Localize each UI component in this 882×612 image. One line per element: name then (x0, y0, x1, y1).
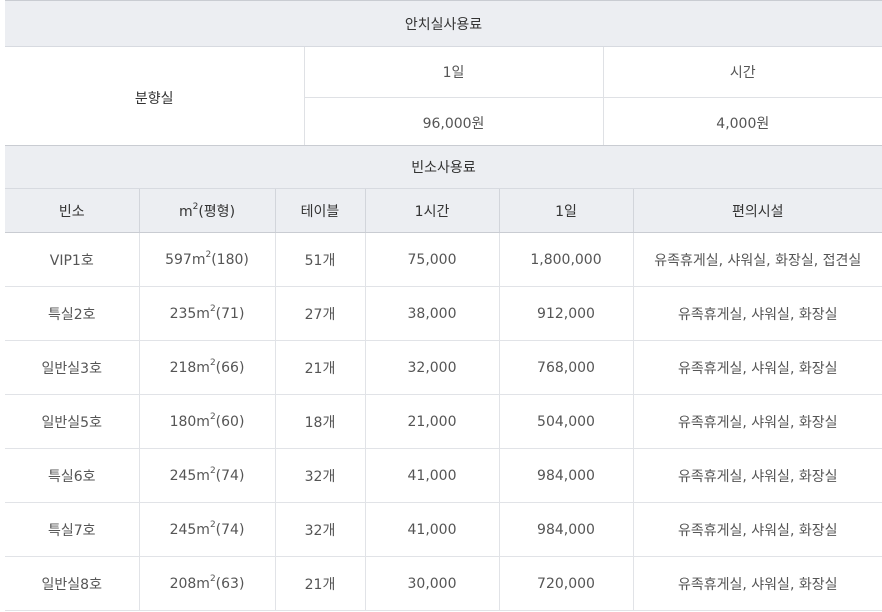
daily-fee: 912,000 (499, 286, 634, 341)
area-unit-sup: 2 (209, 519, 216, 530)
room-area: 245m2(74) (139, 448, 276, 503)
per-hour-header: 시간 (603, 46, 882, 98)
room-area: 218m2(66) (139, 340, 276, 395)
daily-fee: 504,000 (499, 394, 634, 449)
area-pyeong: (60) (215, 413, 245, 430)
area-pyeong: (63) (215, 575, 245, 592)
mortuary-fee-title: 안치실사용료 (5, 0, 882, 47)
daily-fee: 984,000 (499, 502, 634, 557)
room-name: 일반실3호 (5, 340, 140, 395)
room-area: 208m2(63) (139, 556, 276, 611)
funeral-room-fee-table: 빈소사용료 빈소 m2(평형) 테이블 1시간 1일 편의시설 VIP1호 597… (5, 145, 882, 611)
col-area: m2(평형) (139, 188, 276, 233)
table-count: 32개 (275, 448, 366, 503)
area-unit-sup: 2 (209, 357, 216, 368)
daily-fee: 720,000 (499, 556, 634, 611)
hourly-fee: 30,000 (365, 556, 500, 611)
area-unit: m (196, 305, 210, 322)
facilities: 유족휴게실, 샤워실, 화장실 (633, 394, 882, 449)
room-name: 특실7호 (5, 502, 140, 557)
area-value: 235 (169, 305, 197, 322)
hourly-fee: 38,000 (365, 286, 500, 341)
area-unit: m (196, 521, 210, 538)
col-area-prefix: m (178, 203, 193, 220)
room-name: 특실2호 (5, 286, 140, 341)
per-day-value: 96,000원 (304, 97, 604, 148)
col-tables: 테이블 (275, 188, 366, 233)
hourly-fee: 32,000 (365, 340, 500, 395)
facilities: 유족휴게실, 샤워실, 화장실 (633, 340, 882, 395)
room-name: 일반실5호 (5, 394, 140, 449)
area-unit: m (191, 251, 206, 268)
area-pyeong: (74) (215, 467, 245, 484)
table-row: 일반실5호 180m2(60) 18개 21,000 504,000 유족휴게실, 샤워실… (5, 394, 882, 449)
hourly-fee: 41,000 (365, 448, 500, 503)
table-row: 일반실8호 208m2(63) 21개 30,000 720,000 유족휴게실, 샤워실… (5, 556, 882, 611)
table-count: 21개 (275, 340, 366, 395)
area-unit: m (196, 413, 210, 430)
area-value: 180 (169, 413, 197, 430)
per-hour-value: 4,000원 (716, 116, 770, 132)
col-room: 빈소 (5, 188, 140, 233)
facilities: 유족휴게실, 샤워실, 화장실 (633, 448, 882, 503)
area-value: 218 (169, 359, 197, 376)
area-unit-sup: 2 (209, 465, 216, 476)
facilities: 유족휴게실, 샤워실, 화장실 (633, 556, 882, 611)
area-value: 597 (165, 251, 192, 268)
area-value: 245 (169, 467, 197, 484)
hourly-fee: 21,000 (365, 394, 500, 449)
col-hour: 1시간 (365, 188, 500, 233)
table-count: 51개 (275, 232, 366, 287)
table-count: 27개 (275, 286, 366, 341)
area-unit: m (196, 467, 210, 484)
room-area: 245m2(74) (139, 502, 276, 557)
area-pyeong: (66) (215, 359, 245, 376)
col-area-suffix: (평형) (198, 203, 236, 220)
hourly-fee: 41,000 (365, 502, 500, 557)
memorial-room-label: 분향실 (5, 46, 305, 148)
facilities: 유족휴게실, 샤워실, 화장실 (633, 502, 882, 557)
area-unit: m (196, 575, 210, 592)
table-row: VIP1호 597m2(180) 51개 75,000 1,800,000 유족휴게실, … (5, 232, 882, 287)
per-day-header: 1일 (304, 46, 604, 98)
room-area: 180m2(60) (139, 394, 276, 449)
area-unit-sup: 2 (209, 573, 216, 584)
table-row: 일반실3호 218m2(66) 21개 32,000 768,000 유족휴게실, 샤워실… (5, 340, 882, 395)
room-name: 일반실8호 (5, 556, 140, 611)
room-area: 597m2(180) (139, 232, 276, 287)
room-area: 235m2(71) (139, 286, 276, 341)
area-pyeong: (180) (211, 251, 249, 268)
area-pyeong: (74) (215, 521, 245, 538)
area-unit-sup: 2 (205, 249, 212, 260)
hourly-fee: 75,000 (365, 232, 500, 287)
facilities: 유족휴게실, 샤워실, 화장실 (633, 286, 882, 341)
table-row: 특실7호 245m2(74) 32개 41,000 984,000 유족휴게실, 샤워실,… (5, 502, 882, 557)
room-name: 특실6호 (5, 448, 140, 503)
table-row: 특실6호 245m2(74) 32개 41,000 984,000 유족휴게실, 샤워실,… (5, 448, 882, 503)
daily-fee: 984,000 (499, 448, 634, 503)
daily-fee: 1,800,000 (499, 232, 634, 287)
area-unit-sup: 2 (209, 411, 216, 422)
col-facilities: 편의시설 (633, 188, 882, 233)
col-day: 1일 (499, 188, 634, 233)
area-value: 208 (169, 575, 197, 592)
funeral-room-rows: VIP1호 597m2(180) 51개 75,000 1,800,000 유족휴게실, … (5, 232, 882, 611)
area-unit: m (196, 359, 210, 376)
table-count: 21개 (275, 556, 366, 611)
room-name: VIP1호 (5, 232, 140, 287)
fee-tables: 안치실사용료 분향실 1일 시간 96,000원 4,000원 빈소사용료 빈소… (0, 0, 882, 612)
table-count: 32개 (275, 502, 366, 557)
mortuary-fee-table: 안치실사용료 분향실 1일 시간 96,000원 4,000원 (5, 0, 882, 148)
facilities: 유족휴게실, 샤워실, 화장실, 접견실 (633, 232, 882, 287)
area-pyeong: (71) (215, 305, 245, 322)
col-area-sup: 2 (192, 201, 199, 212)
table-row: 특실2호 235m2(71) 27개 38,000 912,000 유족휴게실, 샤워실,… (5, 286, 882, 341)
daily-fee: 768,000 (499, 340, 634, 395)
table-count: 18개 (275, 394, 366, 449)
area-value: 245 (169, 521, 197, 538)
area-unit-sup: 2 (209, 303, 216, 314)
funeral-room-fee-title: 빈소사용료 (5, 145, 882, 189)
